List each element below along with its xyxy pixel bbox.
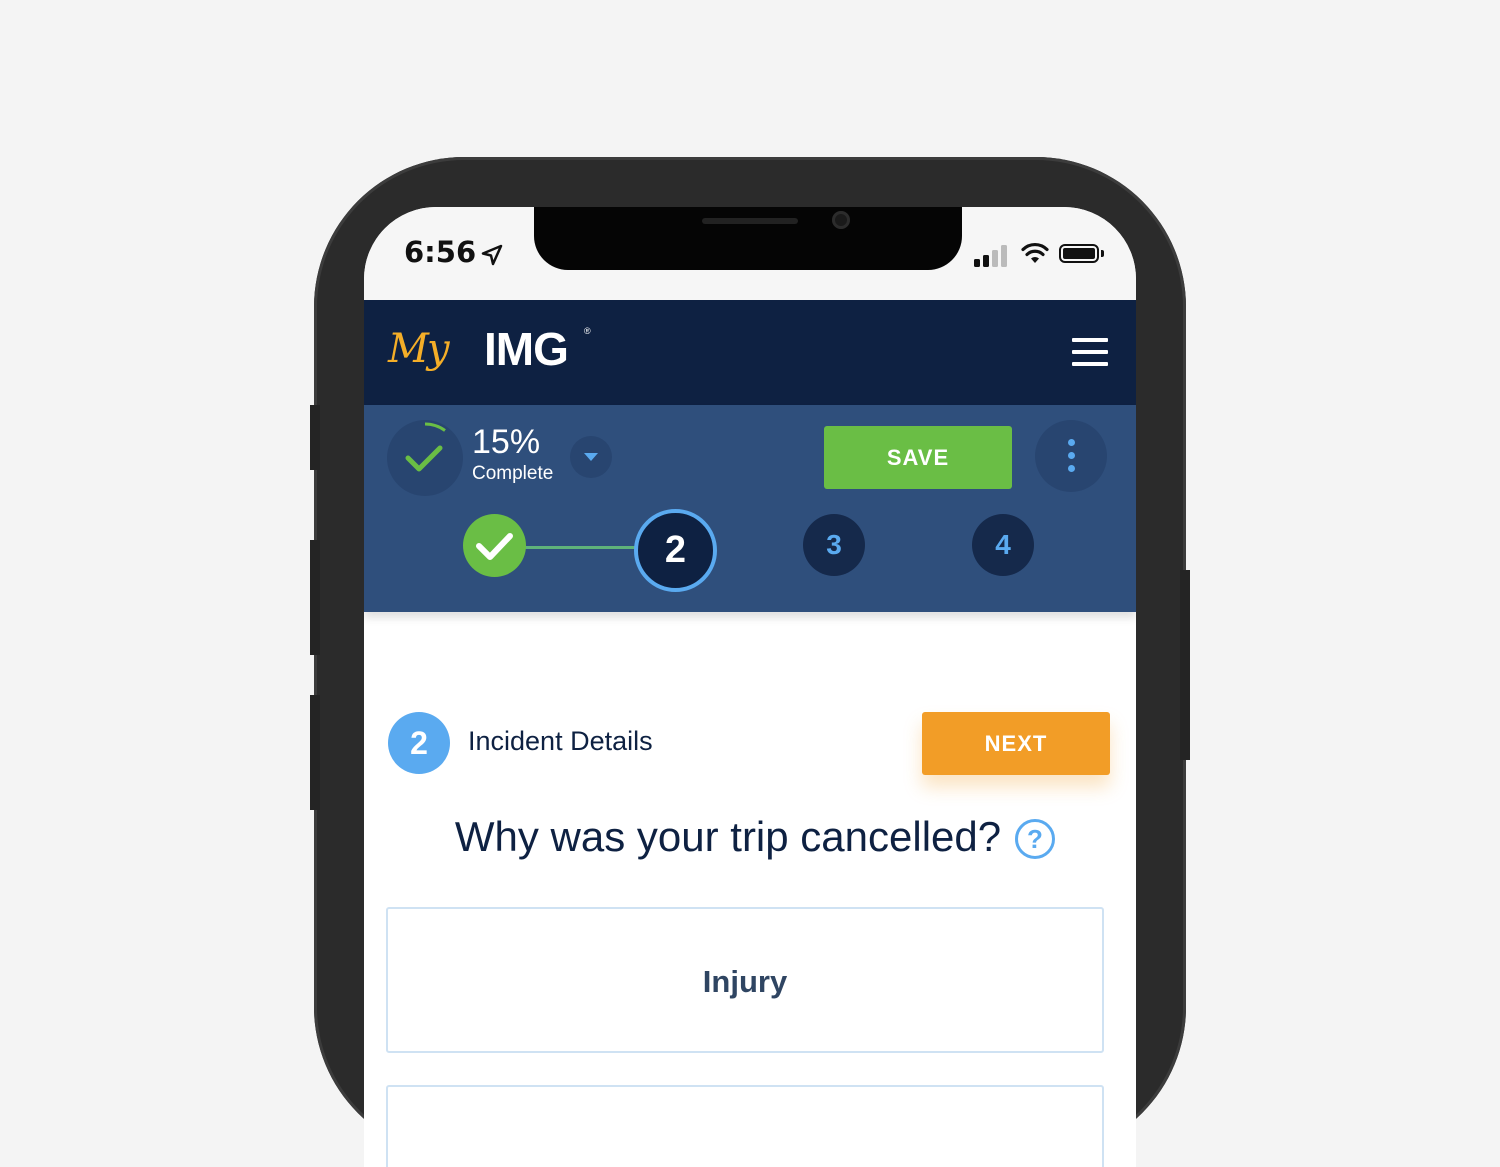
step-1-completed[interactable] (463, 514, 526, 577)
battery-cap (1101, 250, 1104, 257)
location-arrow-icon (481, 244, 503, 266)
save-button[interactable]: SAVE (824, 426, 1012, 489)
wifi-icon (1021, 242, 1049, 263)
section-number-badge: 2 (388, 712, 450, 774)
logo-script: My (388, 326, 450, 372)
phone-volume-up (310, 540, 320, 655)
stepper-connector (522, 546, 640, 549)
help-question-icon[interactable]: ? (1015, 819, 1055, 859)
app-header: My IMG ® (364, 300, 1136, 405)
progress-dropdown-chevron-icon[interactable] (570, 436, 612, 478)
progress-ring (387, 420, 463, 496)
option-label: Injury (702, 964, 788, 999)
progress-label: Complete (472, 463, 554, 484)
progress-percent: 15% (472, 423, 541, 461)
option-card[interactable] (386, 1085, 1104, 1167)
step-4[interactable]: 4 (972, 514, 1034, 576)
hamburger-menu-icon[interactable] (1072, 338, 1110, 366)
phone-volume-down (310, 695, 320, 810)
battery-icon (1059, 244, 1099, 263)
next-button[interactable]: NEXT (922, 712, 1110, 775)
checkmark-icon (476, 533, 513, 560)
step-2-current[interactable]: 2 (634, 509, 717, 592)
step-3[interactable]: 3 (803, 514, 865, 576)
progress-panel: 15% Complete SAVE 2 3 4 (364, 405, 1136, 612)
myimg-logo[interactable]: My IMG ® (388, 318, 608, 388)
phone-screen: 6:56 My IMG ® 15% Complete SAVE 2 3 4 2 … (364, 207, 1136, 1167)
phone-silent-switch (310, 405, 320, 470)
question-text: Why was your trip cancelled? (454, 813, 1002, 860)
phone-power-button (1180, 570, 1190, 760)
earpiece-speaker (702, 218, 798, 224)
section-title: Incident Details (468, 726, 653, 756)
status-bar: 6:56 (364, 207, 1136, 300)
status-time: 6:56 (404, 235, 477, 269)
logo-registered-mark: ® (584, 326, 591, 336)
camera-notch (534, 207, 962, 270)
option-injury[interactable]: Injury (386, 907, 1104, 1053)
cellular-signal-icon (974, 243, 1012, 267)
logo-wordmark: IMG (484, 323, 569, 375)
front-camera (832, 211, 850, 229)
more-options-icon[interactable] (1035, 420, 1107, 492)
